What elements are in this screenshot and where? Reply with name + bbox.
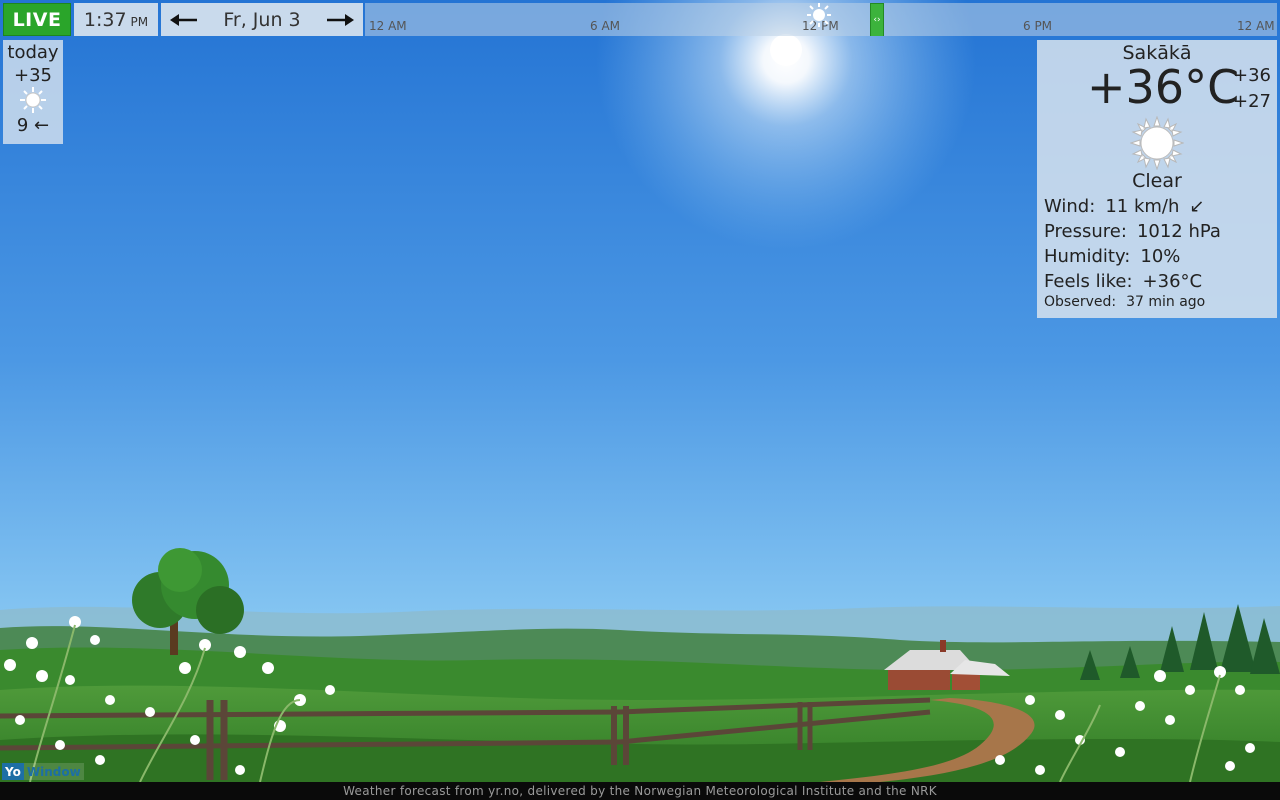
today-label: today	[7, 42, 59, 63]
low-temperature: +27	[1233, 91, 1271, 112]
time-ampm: PM	[130, 14, 149, 29]
timeline-tick-label: 6 PM	[1023, 19, 1053, 33]
observed-row: Observed: 37 min ago	[1044, 294, 1205, 310]
today-wind: 9 ←	[16, 115, 50, 136]
current-time: 1:37	[83, 8, 127, 31]
humidity-value: 10%	[1140, 246, 1181, 267]
feels-like-row: Feels like: +36°C	[1044, 271, 1202, 292]
footer-credits[interactable]: Weather forecast from yr.no, delivered b…	[0, 782, 1280, 800]
humidity-row: Humidity: 10%	[1044, 246, 1180, 267]
wind-value: 11 km/h	[1105, 196, 1180, 217]
wind-direction-icon: ↙	[1189, 196, 1205, 217]
date-label: Fr, Jun 3	[223, 8, 301, 31]
pressure-row: Pressure: 1012 hPa	[1044, 221, 1221, 242]
humidity-label: Humidity:	[1044, 246, 1131, 267]
timeline-tick-label: 6 AM	[590, 19, 621, 33]
live-button[interactable]: LIVE	[3, 3, 71, 36]
logo-part: Yo	[2, 763, 24, 780]
timeline-slider[interactable]: 12 AM 6 AM 12 PM 6 PM 12 AM ‹›	[365, 3, 1277, 36]
current-temperature: +36°C	[1087, 60, 1240, 114]
timeline-handle[interactable]: ‹›	[870, 3, 884, 36]
logo-part: Window	[23, 763, 84, 780]
observed-label: Observed:	[1044, 294, 1117, 310]
arrow-left-icon[interactable]	[167, 5, 201, 34]
timeline-tick-label: 12 AM	[1237, 19, 1275, 33]
high-temperature: +36	[1233, 65, 1271, 86]
feels-like-value: +36°C	[1142, 271, 1203, 292]
sun-icon	[1130, 116, 1184, 170]
arrow-right-icon[interactable]	[323, 5, 357, 34]
condition-text: Clear	[1132, 170, 1182, 192]
sun-disc	[770, 34, 802, 66]
date-navigator: Fr, Jun 3	[161, 3, 363, 36]
current-conditions-panel: Sakākā +36°C +36 +27 Clear Wind: 11 km/h ↙…	[1037, 40, 1277, 318]
top-bar: LIVE 1:37 PM Fr, Jun 3 12 AM 6 AM 12 PM …	[0, 0, 1280, 38]
feels-like-label: Feels like:	[1044, 271, 1133, 292]
app-logo[interactable]: Yo Window	[2, 763, 84, 780]
observed-value: 37 min ago	[1126, 294, 1206, 310]
today-forecast-panel[interactable]: today +35 9 ←	[3, 40, 63, 144]
pressure-label: Pressure:	[1044, 221, 1127, 242]
today-high-temp: +35	[14, 65, 52, 86]
sun-icon	[20, 87, 46, 113]
time-display: 1:37 PM	[74, 3, 158, 36]
timeline-tick-label: 12 AM	[369, 19, 407, 33]
wind-label: Wind:	[1044, 196, 1096, 217]
sun-icon	[807, 3, 831, 27]
wind-row: Wind: 11 km/h ↙	[1044, 196, 1204, 217]
pressure-value: 1012 hPa	[1136, 221, 1221, 242]
